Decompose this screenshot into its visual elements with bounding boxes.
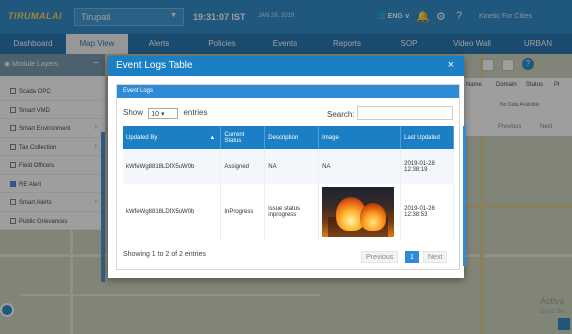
search-input[interactable]	[357, 106, 453, 120]
cell-status: Assigned	[220, 149, 266, 184]
cell-updated-by: kWfeWg8818LDfX5uW0b	[123, 149, 222, 184]
column-header-description[interactable]: Description	[264, 126, 320, 149]
column-header-updated-by[interactable]: Updated By ▲	[123, 126, 222, 149]
modal-header: Event Logs Table ×	[108, 56, 464, 76]
cell-updated-by: kWfeWg8818LDfX5uW0b	[123, 184, 222, 240]
cell-status: InProgress	[220, 184, 266, 240]
next-button[interactable]: Next	[423, 251, 448, 263]
panel-title: Event Logs	[117, 85, 459, 98]
column-header-last-updated[interactable]: Last Updated	[400, 126, 454, 149]
event-logs-modal: Event Logs Table × Event Logs Show 10 ▾ …	[108, 56, 466, 278]
table-row[interactable]: kWfeWg8818LDfX5uW0b Assigned NA NA 2019-…	[123, 149, 454, 184]
entries-label: entries	[183, 108, 208, 117]
entries-value: 10	[151, 111, 160, 118]
search-label: Search:	[327, 110, 355, 119]
table-row[interactable]: kWfeWg8818LDfX5uW0b InProgress issue sta…	[123, 184, 454, 240]
cell-description: issue status inprogress	[264, 184, 320, 240]
close-icon[interactable]: ×	[448, 59, 454, 71]
modal-title: Event Logs Table	[116, 60, 193, 71]
event-logs-panel: Event Logs Show 10 ▾ entries Search: Upd…	[116, 84, 466, 270]
entries-select[interactable]: 10 ▾	[148, 108, 179, 119]
column-header-current-status[interactable]: Current Status	[220, 126, 266, 149]
photo-flame	[360, 203, 387, 231]
page-length-control: Show 10 ▾ entries	[123, 108, 208, 119]
event-logs-table: Updated By ▲ Current Status Description I…	[123, 126, 454, 240]
chevron-down-icon: ▾	[161, 111, 165, 118]
show-label: Show	[123, 108, 144, 117]
cell-last-updated: 2019-01-28 12:38:19	[400, 149, 454, 184]
page-button[interactable]: 1	[405, 251, 419, 263]
column-header-image[interactable]: Image	[318, 126, 402, 149]
cell-description: NA	[264, 149, 320, 184]
sort-asc-icon: ▲	[209, 134, 216, 141]
scrollbar[interactable]	[463, 126, 466, 266]
cell-image	[318, 184, 402, 240]
previous-button[interactable]: Previous	[361, 251, 399, 263]
cell-last-updated: 2019-01-28 12:38:53	[400, 184, 454, 240]
incident-photo[interactable]	[322, 187, 395, 237]
cell-image: NA	[318, 149, 402, 184]
column-label: Updated By	[126, 134, 158, 141]
table-info: Showing 1 to 2 of 2 entries	[123, 251, 206, 258]
